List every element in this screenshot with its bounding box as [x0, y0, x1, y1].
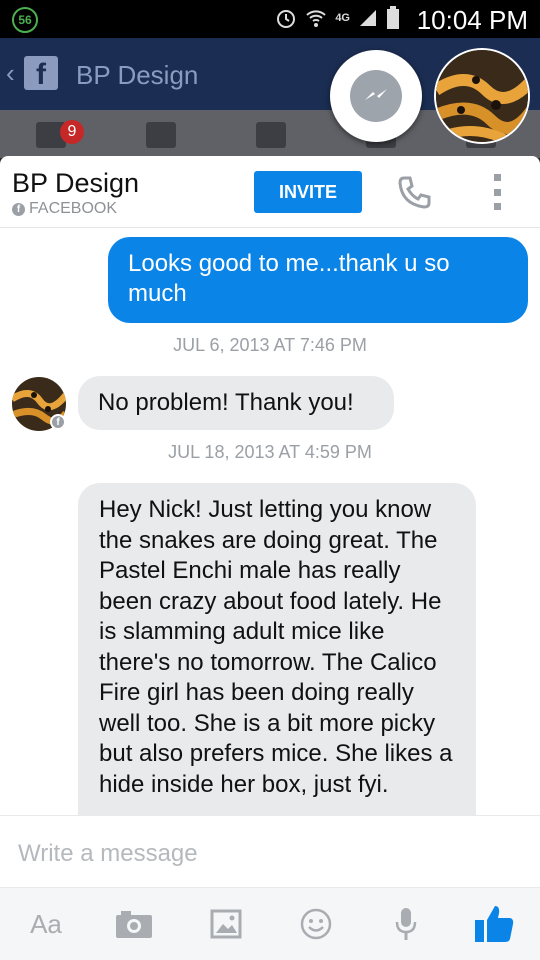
message-input[interactable] [18, 836, 518, 872]
battery-icon [387, 6, 399, 29]
wifi-icon [306, 10, 327, 27]
signal-icon [360, 10, 376, 26]
message-outgoing[interactable]: Looks good to me...thank u so much [108, 237, 528, 323]
gallery-icon[interactable] [206, 904, 246, 944]
messenger-chat-head[interactable] [330, 50, 422, 142]
like-thumbs-up-icon[interactable] [470, 904, 518, 944]
messenger-icon [350, 70, 402, 122]
network-type: 4G [335, 12, 350, 24]
chat-header: BP Design f FACEBOOK INVITE [0, 156, 540, 228]
friends-icon[interactable] [146, 122, 176, 148]
microphone-icon[interactable] [386, 904, 426, 944]
facebook-icon: f [12, 202, 25, 216]
contact-chat-head-avatar[interactable] [434, 48, 530, 144]
alarm-icon [277, 10, 296, 28]
facebook-badge-icon: f [50, 414, 66, 430]
phone-icon[interactable] [396, 174, 432, 210]
notification-count-icon: 56 [12, 7, 38, 33]
more-options-icon[interactable] [490, 174, 504, 210]
composer-toolbar: Aa [0, 887, 540, 960]
message-incoming[interactable]: No problem! Thank you! [78, 376, 394, 430]
status-icons: 4G [275, 6, 400, 30]
notification-badge: 9 [60, 120, 84, 144]
camera-icon[interactable] [114, 904, 154, 944]
facebook-logo-icon: f [24, 56, 58, 91]
message-composer [0, 815, 540, 887]
text-format-button[interactable]: Aa [26, 904, 66, 944]
message-timestamp: JUL 6, 2013 AT 7:46 PM [173, 335, 367, 355]
message-incoming[interactable]: Hey Nick! Just letting you know the snak… [78, 483, 476, 823]
clock: 10:04 PM [416, 5, 528, 35]
contact-source-label: FACEBOOK [29, 200, 118, 217]
message-timestamp: JUL 18, 2013 AT 4:59 PM [168, 442, 372, 462]
status-bar: 56 4G 10:04 PM [0, 0, 540, 38]
chat-window: BP Design f FACEBOOK INVITE Looks good t… [0, 156, 540, 960]
emoji-icon[interactable] [296, 904, 336, 944]
messages-icon[interactable] [256, 122, 286, 148]
contact-name: BP Design [12, 168, 140, 198]
back-icon[interactable]: ‹ [6, 58, 15, 89]
background-app-title: BP Design [76, 60, 199, 90]
contact-source: f FACEBOOK [12, 200, 117, 218]
invite-button[interactable]: INVITE [254, 171, 362, 213]
